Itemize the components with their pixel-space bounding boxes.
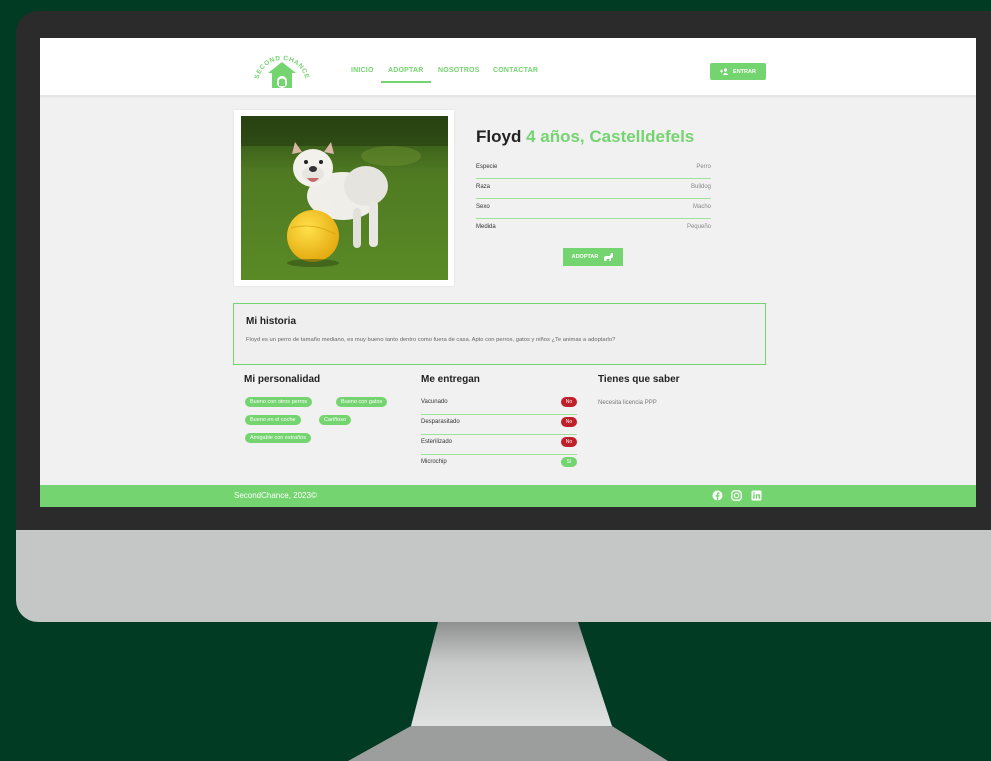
detail-value: Bulldog: [690, 184, 711, 190]
detail-value: Pequeño: [686, 224, 711, 230]
detail-row-sexo: Sexo Macho: [476, 199, 711, 219]
personality-chip: Bueno con gatos: [336, 397, 388, 407]
nav-contactar[interactable]: CONTACTAR: [493, 67, 538, 74]
adopt-button[interactable]: ADOPTAR: [563, 248, 623, 266]
nav-nosotros[interactable]: NOSOTROS: [438, 67, 480, 74]
detail-label: Raza: [476, 184, 491, 190]
delivery-row-vacunado: Vacunado No: [421, 394, 577, 415]
footer: SecondChance, 2023©: [40, 485, 976, 507]
detail-value: Macho: [692, 204, 711, 210]
status-badge: No: [561, 437, 577, 447]
delivery-title: Me entregan: [421, 374, 480, 385]
facebook-icon[interactable]: [712, 490, 723, 501]
personality-chip: Bueno con otros perros: [245, 397, 313, 407]
detail-row-raza: Raza Bulldog: [476, 179, 711, 199]
detail-row-medida: Medida Pequeño: [476, 219, 711, 238]
delivery-row-desparasitado: Desparasitado No: [421, 414, 577, 435]
instagram-icon[interactable]: [731, 490, 742, 501]
status-badge: No: [561, 397, 577, 407]
pet-subtitle: 4 años, Castelldefels: [526, 127, 695, 146]
login-button[interactable]: ENTRAR: [710, 63, 766, 80]
dog-icon: [604, 253, 614, 261]
delivery-label: Vacunado: [421, 399, 448, 405]
top-nav: SECOND CHANCE INICIO ADOPTAR NOSOTROS CO…: [40, 38, 976, 96]
story-box: Mi historia Floyd es un perro de tamaño …: [233, 303, 766, 365]
nav-active-indicator: [381, 81, 431, 83]
adopt-label: ADOPTAR: [571, 254, 599, 260]
detail-value: Perro: [696, 164, 711, 170]
status-badge: No: [561, 417, 577, 427]
know-text: Necesita licencia PPP: [598, 400, 657, 406]
delivery-label: Esterilizado: [421, 439, 453, 445]
pet-name: Floyd: [476, 127, 522, 146]
nav-adoptar[interactable]: ADOPTAR: [388, 67, 424, 74]
detail-label: Medida: [476, 224, 496, 230]
monitor-chin: [16, 530, 991, 622]
login-label: ENTRAR: [733, 68, 756, 75]
pet-photo-frame: [234, 110, 454, 286]
personality-chip: Cariñoso: [319, 415, 352, 425]
story-text: Floyd es un perro de tamaño mediano, es …: [246, 337, 616, 343]
status-badge: Sí: [561, 457, 577, 467]
delivery-label: Desparasitado: [421, 419, 460, 425]
detail-label: Sexo: [476, 204, 490, 210]
detail-label: Especie: [476, 164, 498, 170]
detail-row-especie: Especie Perro: [476, 159, 711, 179]
second-chance-logo[interactable]: SECOND CHANCE: [248, 46, 316, 92]
personality-chip: Bueno en el coche: [245, 415, 301, 425]
browser-screen: SECOND CHANCE INICIO ADOPTAR NOSOTROS CO…: [40, 38, 976, 507]
know-title: Tienes que saber: [598, 374, 680, 385]
footer-copyright: SecondChance, 2023©: [234, 491, 317, 500]
nav-inicio[interactable]: INICIO: [351, 67, 374, 74]
personality-title: Mi personalidad: [244, 374, 321, 385]
pet-title: Floyd 4 años, Castelldefels: [476, 127, 694, 147]
user-plus-icon: [720, 68, 729, 75]
delivery-label: Microchip: [421, 459, 447, 465]
linkedin-icon[interactable]: [751, 490, 762, 501]
delivery-row-esterilizado: Esterilizado No: [421, 434, 577, 455]
pet-photo: [241, 116, 448, 280]
delivery-row-microchip: Microchip Sí: [421, 454, 577, 474]
story-title: Mi historia: [246, 316, 297, 327]
personality-chip: Amigable con extraños: [245, 433, 311, 443]
